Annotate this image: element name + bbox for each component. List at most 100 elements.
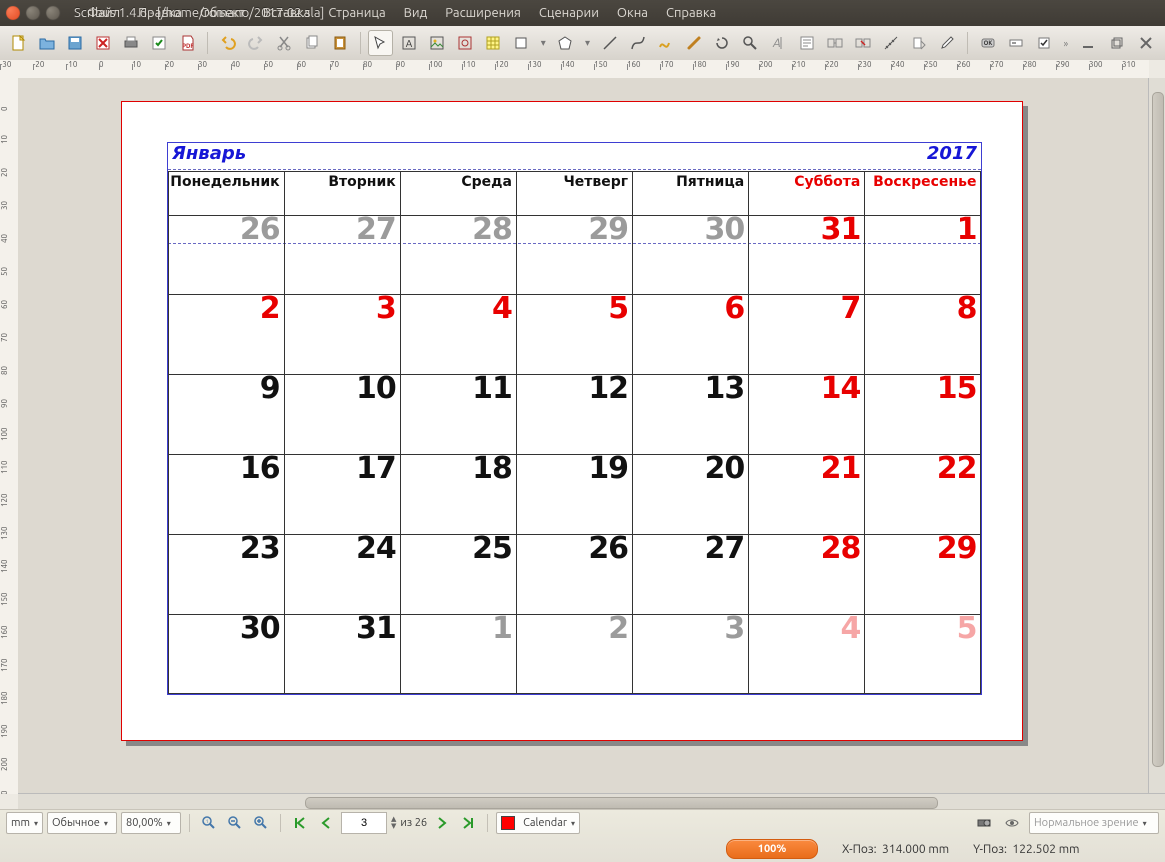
shape-icon[interactable] <box>509 30 534 56</box>
page-number-input[interactable] <box>341 812 387 834</box>
viewmode-selector[interactable]: Обычное▾ <box>47 812 117 834</box>
calendar-day-cell[interactable]: 5 <box>864 614 981 695</box>
calendar-day-cell[interactable]: 5 <box>516 294 633 375</box>
measure-icon[interactable] <box>879 30 904 56</box>
open-document-icon[interactable] <box>34 30 59 56</box>
story-editor-icon[interactable] <box>794 30 819 56</box>
calendar-day-cell[interactable]: 24 <box>284 534 401 615</box>
shape-dropdown-icon[interactable]: ▾ <box>537 37 550 49</box>
pdf-textfield-icon[interactable] <box>1003 30 1028 56</box>
menu-extensions[interactable]: Расширения <box>438 4 528 22</box>
menu-view[interactable]: Вид <box>397 4 435 22</box>
last-page-icon[interactable] <box>457 812 479 834</box>
calendar-day-cell[interactable]: 3 <box>284 294 401 375</box>
text-frame-icon[interactable]: A <box>396 30 421 56</box>
next-page-icon[interactable] <box>431 812 453 834</box>
link-frames-icon[interactable] <box>822 30 847 56</box>
calendar-day-cell[interactable]: 27 <box>632 534 749 615</box>
image-frame-icon[interactable] <box>424 30 449 56</box>
menu-windows[interactable]: Окна <box>610 4 655 22</box>
polygon-icon[interactable] <box>553 30 578 56</box>
calligraphic-icon[interactable] <box>681 30 706 56</box>
calendar-day-cell[interactable]: 3 <box>632 614 749 695</box>
calendar-day-cell[interactable]: 21 <box>748 454 865 535</box>
menu-insert[interactable]: Вставка <box>256 4 317 22</box>
calendar-day-cell[interactable]: 25 <box>400 534 517 615</box>
calendar-day-cell[interactable]: 31 <box>284 614 401 695</box>
mdi-restore-icon[interactable] <box>1104 30 1130 56</box>
calendar-day-cell[interactable]: 4 <box>748 614 865 695</box>
rotate-icon[interactable] <box>710 30 735 56</box>
zoom-icon[interactable] <box>738 30 763 56</box>
polygon-dropdown-icon[interactable]: ▾ <box>581 37 594 49</box>
copy-icon[interactable] <box>300 30 325 56</box>
menu-page[interactable]: Страница <box>321 4 392 22</box>
zoom-field[interactable]: 80,00%▾ <box>121 812 181 834</box>
vertical-scrollbar[interactable] <box>1148 78 1165 794</box>
freehand-icon[interactable] <box>653 30 678 56</box>
calendar-day-cell[interactable]: 22 <box>864 454 981 535</box>
mdi-close-icon[interactable] <box>1133 30 1159 56</box>
unlink-frames-icon[interactable] <box>850 30 875 56</box>
preview-selector[interactable]: Нормальное зрение▾ <box>1029 812 1159 834</box>
select-tool-icon[interactable] <box>368 30 393 56</box>
calendar-day-cell[interactable]: 1 <box>864 215 981 296</box>
calendar-day-cell[interactable]: 8 <box>864 294 981 375</box>
new-document-icon[interactable] <box>6 30 31 56</box>
calendar-day-cell[interactable]: 9 <box>168 374 285 455</box>
mdi-minimize-icon[interactable] <box>1075 30 1101 56</box>
zoom-slider-pill[interactable]: 100% <box>726 839 818 859</box>
canvas-viewport[interactable]: Январь 2017 ПонедельникВторникСредаЧетве… <box>18 78 1149 794</box>
window-close-button[interactable] <box>6 6 20 20</box>
window-maximize-button[interactable] <box>46 6 60 20</box>
zoom-100-icon[interactable]: 1 <box>198 812 220 834</box>
pdf-checkbox-icon[interactable] <box>1031 30 1056 56</box>
copy-properties-icon[interactable] <box>907 30 932 56</box>
menu-edit[interactable]: Правка <box>131 4 189 22</box>
calendar-day-cell[interactable]: 20 <box>632 454 749 535</box>
calendar-day-cell[interactable]: 28 <box>400 215 517 296</box>
print-icon[interactable] <box>119 30 144 56</box>
calendar-day-cell[interactable]: 26 <box>168 215 285 296</box>
preflight-icon[interactable] <box>147 30 172 56</box>
calendar-day-cell[interactable]: 15 <box>864 374 981 455</box>
horizontal-scrollbar[interactable] <box>18 793 1165 810</box>
calendar-day-cell[interactable]: 30 <box>632 215 749 296</box>
paste-icon[interactable] <box>328 30 353 56</box>
calendar-day-cell[interactable]: 7 <box>748 294 865 375</box>
calendar-day-cell[interactable]: 11 <box>400 374 517 455</box>
calendar-day-cell[interactable]: 19 <box>516 454 633 535</box>
unit-selector[interactable]: mm▾ <box>6 812 43 834</box>
edit-text-icon[interactable]: A <box>766 30 791 56</box>
calendar-day-cell[interactable]: 2 <box>516 614 633 695</box>
calendar-day-cell[interactable]: 23 <box>168 534 285 615</box>
cut-icon[interactable] <box>271 30 296 56</box>
calendar-day-cell[interactable]: 6 <box>632 294 749 375</box>
calendar-day-cell[interactable]: 13 <box>632 374 749 455</box>
eyedropper-icon[interactable] <box>935 30 960 56</box>
redo-icon[interactable] <box>243 30 268 56</box>
calendar-day-cell[interactable]: 2 <box>168 294 285 375</box>
menu-help[interactable]: Справка <box>659 4 723 22</box>
undo-icon[interactable] <box>215 30 240 56</box>
calendar-day-cell[interactable]: 29 <box>516 215 633 296</box>
calendar-day-cell[interactable]: 14 <box>748 374 865 455</box>
page-step-down-icon[interactable]: ▼ <box>391 823 396 830</box>
calendar-day-cell[interactable]: 29 <box>864 534 981 615</box>
zoom-out-icon[interactable] <box>224 812 246 834</box>
window-minimize-button[interactable] <box>26 6 40 20</box>
calendar-day-cell[interactable]: 4 <box>400 294 517 375</box>
menu-scripts[interactable]: Сценарии <box>532 4 606 22</box>
vertical-ruler[interactable]: 0102030405060708090100110120130140150160… <box>0 78 19 794</box>
preview-mode-icon[interactable] <box>1001 812 1023 834</box>
calendar-day-cell[interactable]: 17 <box>284 454 401 535</box>
render-frame-icon[interactable] <box>452 30 477 56</box>
prev-page-icon[interactable] <box>315 812 337 834</box>
bezier-icon[interactable] <box>625 30 650 56</box>
calendar-day-cell[interactable]: 30 <box>168 614 285 695</box>
calendar-day-cell[interactable]: 26 <box>516 534 633 615</box>
calendar-day-cell[interactable]: 1 <box>400 614 517 695</box>
save-document-icon[interactable] <box>62 30 87 56</box>
menu-file[interactable]: Файл <box>80 4 127 22</box>
calendar-day-cell[interactable]: 10 <box>284 374 401 455</box>
